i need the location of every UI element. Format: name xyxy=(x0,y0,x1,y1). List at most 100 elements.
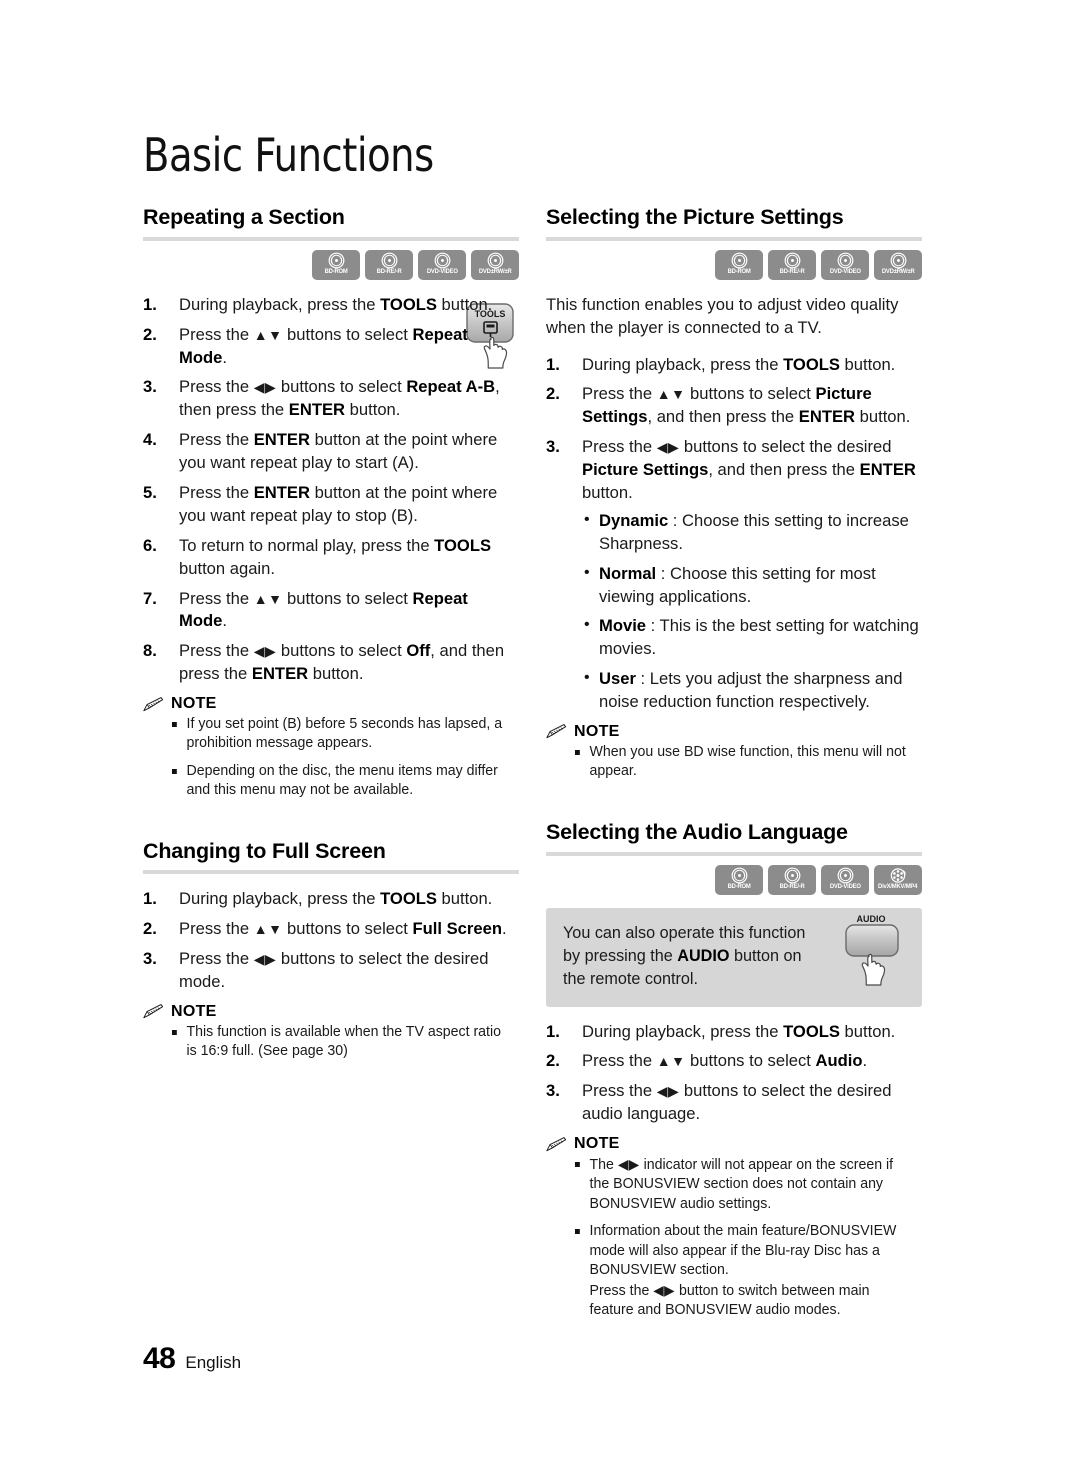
step-number: 2. xyxy=(143,919,157,939)
disc-glyph-icon xyxy=(784,867,800,883)
disc-glyph-icon xyxy=(837,252,853,269)
disc-icon-dvd-video: DVD-VIDEO xyxy=(821,864,869,895)
page-language: English xyxy=(185,1353,242,1372)
step-number: 8. xyxy=(143,641,157,661)
audio-button-info-box: You can also operate this function by pr… xyxy=(546,907,922,1007)
pencil-icon xyxy=(546,724,567,739)
disc-icon-label: BD-RE/-R xyxy=(779,268,805,276)
section-selecting-the-audio-language: Selecting the Audio Language BD-ROM BD-R… xyxy=(546,820,922,1321)
section-changing-to-full-screen: Changing to Full Screen 1. During playbac… xyxy=(143,839,519,1062)
disc-glyph-icon xyxy=(487,252,503,269)
step-item: 1. During playback, press the TOOLS butto… xyxy=(143,294,519,317)
disc-icon-bd-rom: BD-ROM xyxy=(312,249,360,280)
disc-icon-label: BD-ROM xyxy=(324,268,348,276)
disc-icon-label: BD-RE/-R xyxy=(779,883,805,890)
step-number: 3. xyxy=(546,1081,560,1101)
right-column: Selecting the Picture Settings BD-ROM BD… xyxy=(546,205,922,1328)
note-list-full-screen: This function is available when the TV a… xyxy=(143,1023,519,1062)
disc-glyph-icon xyxy=(434,252,450,269)
step-item: 4. Press the ENTER button at the point wh… xyxy=(143,429,519,475)
step-text: Press the ENTER button at the point wher… xyxy=(179,430,498,473)
step-number: 5. xyxy=(143,482,157,502)
step-number: 3. xyxy=(143,949,157,969)
disc-glyph-icon xyxy=(890,252,906,269)
step-item: 2. Press the ▲▼ buttons to select Picture… xyxy=(546,383,922,429)
step-item: 7. Press the ▲▼ buttons to select Repeat … xyxy=(143,588,519,634)
step-number: 3. xyxy=(143,377,157,397)
svg-text:AUDIO: AUDIO xyxy=(857,914,886,924)
section-heading: Changing to Full Screen xyxy=(143,838,386,863)
note-list-repeating: If you set point (B) before 5 seconds ha… xyxy=(143,715,519,801)
steps-list-audio-language: 1. During playback, press the TOOLS butto… xyxy=(546,1021,922,1127)
disc-compat-row: BD-ROM BD-RE/-R xyxy=(546,864,922,895)
step-number: 4. xyxy=(143,430,157,450)
step-item: 2. Press the ▲▼ buttons to select Repeat … xyxy=(143,324,519,370)
note-label: NOTE xyxy=(574,722,620,740)
disc-icon-dvd-video: DVD-VIDEO xyxy=(418,249,466,280)
left-column: Repeating a Section BD-ROM BD-RE/-R DVD-… xyxy=(143,205,519,1070)
page-footer: 48 English xyxy=(143,1342,241,1376)
disc-glyph-icon xyxy=(731,252,747,269)
step-text: During playback, press the TOOLS button. xyxy=(179,294,493,314)
info-box-text: You can also operate this function by pr… xyxy=(563,923,806,988)
section-rule xyxy=(546,851,922,856)
step-text: Press the ▲▼ buttons to select Picture S… xyxy=(582,384,911,427)
step-number: 3. xyxy=(546,437,560,457)
step-text: Press the ◀▶ buttons to select Off, and … xyxy=(179,641,505,684)
section-heading: Repeating a Section xyxy=(143,205,345,229)
note-list-audio-language: The ◀▶ indicator will not appear on the … xyxy=(546,1155,922,1320)
steps-list-repeating: 1. During playback, press the TOOLS butto… xyxy=(143,294,519,686)
disc-icon-divx-mkv-mp4: DivX/MKV/MP4 xyxy=(874,864,922,895)
disc-icon-label: BD-RE/-R xyxy=(376,268,402,276)
step-item: 1. During playback, press the TOOLS butto… xyxy=(546,1021,922,1044)
step-number: 2. xyxy=(143,324,157,344)
note-label: NOTE xyxy=(171,695,217,713)
note-list-picture-settings: When you use BD wise function, this menu… xyxy=(546,743,922,782)
note-item: This function is available when the TV a… xyxy=(171,1023,509,1062)
steps-list-picture-settings: 1. During playback, press the TOOLS butto… xyxy=(546,354,922,714)
disc-glyph-icon xyxy=(381,252,397,269)
step-item: 1. During playback, press the TOOLS butto… xyxy=(143,888,519,911)
step-item: 3. Press the ◀▶ buttons to select the des… xyxy=(546,1080,922,1126)
disc-icon-bd-re-r: BD-RE/-R xyxy=(768,864,816,895)
step-number: 1. xyxy=(143,889,157,909)
step-number: 6. xyxy=(143,535,157,555)
disc-icon-bd-re-r: BD-RE/-R xyxy=(365,249,413,280)
page-number: 48 xyxy=(143,1342,176,1375)
section-rule xyxy=(143,870,519,875)
step-item: 3. Press the ◀▶ buttons to select Repeat … xyxy=(143,376,519,422)
step-number: 1. xyxy=(546,354,560,374)
step-text: Press the ▲▼ buttons to select Repeat Mo… xyxy=(179,324,468,367)
audio-button-icon: AUDIO xyxy=(845,914,899,986)
note-header: NOTE xyxy=(546,1135,922,1153)
note-header: NOTE xyxy=(143,695,519,713)
option-user: User : Lets you adjust the sharpness and… xyxy=(582,667,922,714)
option-normal: Normal : Choose this setting for most vi… xyxy=(582,562,922,609)
film-reel-icon xyxy=(890,867,906,883)
step-item: 6. To return to normal play, press the TO… xyxy=(143,535,519,581)
step-text: During playback, press the TOOLS button. xyxy=(582,354,896,374)
step-item: 8. Press the ◀▶ buttons to select Off, an… xyxy=(143,640,519,686)
step-number: 1. xyxy=(143,294,157,314)
step-item: 3. Press the ◀▶ buttons to select the des… xyxy=(143,948,519,994)
disc-glyph-icon xyxy=(784,252,800,269)
disc-icon-dvd-video: DVD-VIDEO xyxy=(821,249,869,280)
step-item: 5. Press the ENTER button at the point wh… xyxy=(143,482,519,528)
section-selecting-the-picture-settings: Selecting the Picture Settings BD-ROM BD… xyxy=(546,205,922,782)
disc-icon-bd-rom: BD-ROM xyxy=(715,249,763,280)
disc-icon-label: DVD-VIDEO xyxy=(829,883,861,890)
disc-icon-bd-re-r: BD-RE/-R xyxy=(768,249,816,280)
steps-list-full-screen: 1. During playback, press the TOOLS butto… xyxy=(143,888,519,994)
remote-audio-button-illustration: AUDIO xyxy=(830,910,914,1002)
step-text: Press the ▲▼ buttons to select Repeat Mo… xyxy=(179,588,468,631)
step-item: 3. Press the ◀▶ buttons to select the de… xyxy=(546,436,922,714)
note-item: Information about the main feature/BONUS… xyxy=(574,1222,912,1320)
disc-icon-dvd-rw-r: DVD±RW/±R xyxy=(471,249,519,280)
step-text: Press the ▲▼ buttons to select Full Scre… xyxy=(179,919,507,939)
disc-icon-dvd-rw-r: DVD±RW/±R xyxy=(874,249,922,280)
disc-icon-label: BD-ROM xyxy=(727,883,751,890)
step-number: 2. xyxy=(546,384,560,404)
pencil-icon xyxy=(546,1136,567,1151)
step-text: Press the ◀▶ buttons to select the desir… xyxy=(582,1081,892,1124)
